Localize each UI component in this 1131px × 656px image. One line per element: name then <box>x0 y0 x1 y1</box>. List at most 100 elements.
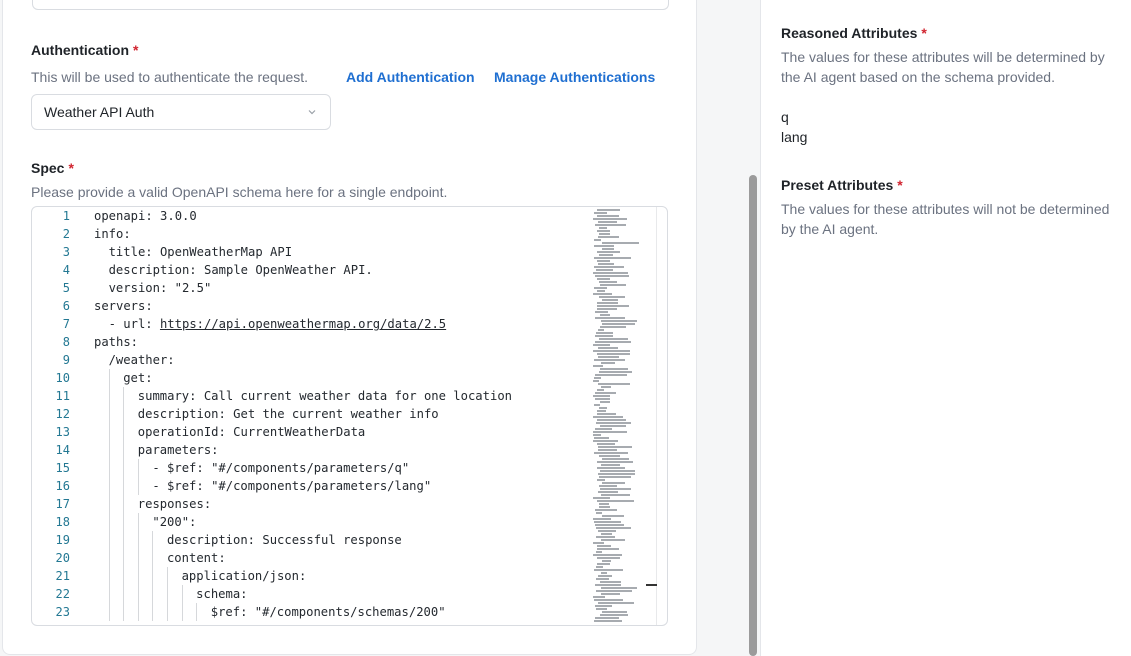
preset-attributes-help: The values for these attributes will not… <box>781 201 1110 237</box>
line-number: 10 <box>55 371 70 385</box>
code-text: operationId: CurrentWeatherData <box>137 425 366 439</box>
minimap-line <box>597 419 626 421</box>
code-minimap[interactable] <box>587 207 657 625</box>
code-text: get: <box>123 371 153 385</box>
code-url-link[interactable]: https://api.openweathermap.org/data/2.5 <box>160 317 446 331</box>
minimap-line <box>598 329 604 331</box>
indent-guide <box>123 513 138 531</box>
minimap-line <box>598 575 612 577</box>
indent-guide <box>94 567 109 585</box>
minimap-line <box>600 314 610 316</box>
indent-guide <box>152 585 167 603</box>
indent-guide <box>94 549 109 567</box>
minimap-line <box>593 272 628 274</box>
minimap-line <box>596 536 615 538</box>
minimap-line <box>600 425 626 427</box>
minimap-line <box>600 581 621 583</box>
indent-guide <box>94 603 109 621</box>
indent-guide <box>108 567 124 585</box>
line-number: 6 <box>62 299 70 313</box>
previous-field-input[interactable] <box>32 0 669 10</box>
code-editor[interactable]: 1 2 3 4 5 6 7 8 9 10 11 12 13 14 15 16 17 18 19 20 21 22 23 op… <box>31 206 668 626</box>
indent-guide <box>123 477 138 495</box>
minimap-line <box>597 215 619 217</box>
code-text: - url: <box>108 317 160 331</box>
minimap-line <box>601 572 607 574</box>
minimap-line <box>597 410 606 412</box>
minimap-line <box>596 269 613 271</box>
minimap-line <box>601 533 612 535</box>
code-text: description: Sample OpenWeather API. <box>108 263 373 277</box>
indent-guide <box>94 279 109 297</box>
minimap-line <box>594 620 622 622</box>
minimap-line <box>601 587 637 589</box>
minimap-line <box>597 209 620 211</box>
minimap-line <box>594 245 614 247</box>
minimap-line <box>596 608 607 610</box>
page-scrollbar-thumb[interactable] <box>749 175 757 656</box>
line-number: 18 <box>55 515 70 529</box>
indent-guide <box>94 423 109 441</box>
indent-guide <box>94 441 109 459</box>
minimap-line <box>595 605 612 607</box>
code-text: content: <box>166 551 226 565</box>
code-text: parameters: <box>137 443 219 457</box>
minimap-line <box>597 260 610 262</box>
minimap-line <box>597 500 634 502</box>
code-content[interactable]: openapi: 3.0.0 info: title: OpenWeatherMap… <box>94 207 577 625</box>
minimap-line <box>602 611 627 613</box>
minimap-line <box>597 548 619 550</box>
line-number: 8 <box>62 335 70 349</box>
line-number: 12 <box>55 407 70 421</box>
indent-guide <box>123 567 138 585</box>
code-text: application/json: <box>181 569 307 583</box>
minimap-line <box>594 437 609 439</box>
code-text: paths: <box>94 335 139 349</box>
authentication-select[interactable]: Weather API Auth <box>31 94 331 130</box>
code-text: - $ref: "#/components/parameters/q" <box>152 461 410 475</box>
minimap-line <box>595 224 626 226</box>
code-text: description: Successful response <box>166 533 402 547</box>
add-authentication-link[interactable]: Add Authentication <box>346 69 475 85</box>
reasoned-attributes-label-text: Reasoned Attributes <box>781 25 918 41</box>
minimap-line <box>597 290 605 292</box>
indent-guide <box>152 567 167 585</box>
line-number: 19 <box>55 533 70 547</box>
indent-guide <box>94 261 109 279</box>
line-number: 7 <box>62 317 70 331</box>
required-mark: * <box>897 177 903 193</box>
minimap-line <box>600 326 626 328</box>
minimap-line <box>597 230 610 232</box>
indent-guide <box>94 495 109 513</box>
indent-guide <box>166 603 182 621</box>
minimap-line <box>601 386 611 388</box>
manage-authentications-link[interactable]: Manage Authentications <box>494 69 655 85</box>
minimap-line <box>597 545 611 547</box>
indent-guide <box>94 585 109 603</box>
preset-attributes-label: Preset Attributes * <box>781 177 903 193</box>
indent-guide <box>108 513 124 531</box>
code-line: title: OpenWeatherMap API <box>94 243 577 261</box>
code-line: operationId: CurrentWeatherData <box>94 423 577 441</box>
minimap-line <box>601 464 620 466</box>
code-line: info: <box>94 225 577 243</box>
minimap-line <box>598 221 617 223</box>
minimap-line <box>600 614 628 616</box>
minimap-line <box>594 599 623 601</box>
indent-guide <box>123 423 138 441</box>
line-number: 1 <box>62 209 70 223</box>
minimap-line <box>599 455 620 457</box>
minimap-line <box>597 389 604 391</box>
indent-guide <box>108 405 124 423</box>
reasoned-attribute-item: lang <box>781 129 808 145</box>
minimap-line <box>594 452 628 454</box>
spec-label-text: Spec <box>31 160 65 176</box>
minimap-line <box>594 569 623 571</box>
indent-guide <box>152 531 167 549</box>
indent-guide <box>94 477 109 495</box>
minimap-line <box>602 458 629 460</box>
reasoned-attribute-item: q <box>781 109 789 125</box>
line-number: 15 <box>55 461 70 475</box>
minimap-line <box>601 362 615 364</box>
minimap-line <box>593 542 604 544</box>
